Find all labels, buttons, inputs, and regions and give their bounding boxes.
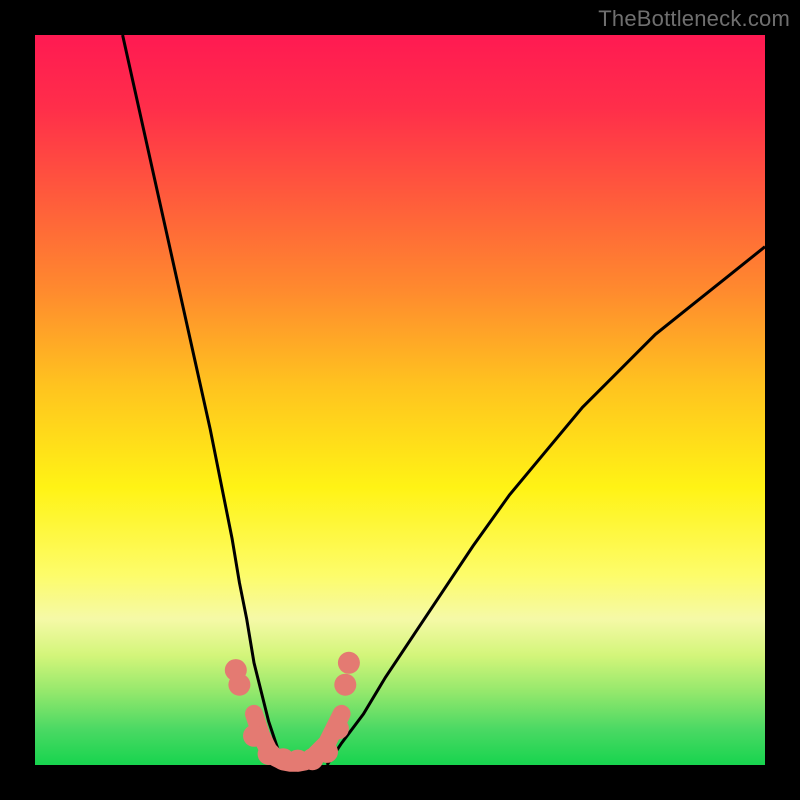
left-curve bbox=[123, 35, 284, 765]
outer-black-frame: TheBottleneck.com bbox=[0, 0, 800, 800]
marker-dot bbox=[243, 725, 265, 747]
marker-dot bbox=[338, 652, 360, 674]
plot-area bbox=[35, 35, 765, 765]
marker-dot bbox=[228, 674, 250, 696]
right-curve bbox=[327, 247, 765, 765]
marker-dot bbox=[316, 741, 338, 763]
marker-dot bbox=[334, 674, 356, 696]
chart-svg bbox=[35, 35, 765, 765]
watermark-text: TheBottleneck.com bbox=[598, 6, 790, 32]
marker-dot bbox=[327, 718, 349, 740]
